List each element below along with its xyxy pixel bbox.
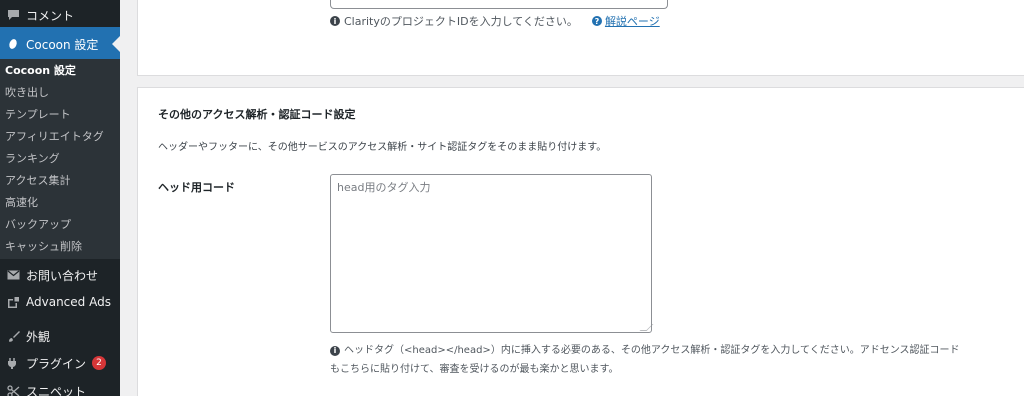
submenu-item-ranking[interactable]: ランキング xyxy=(5,149,60,169)
sidebar-item-label: 外観 xyxy=(26,329,51,344)
sidebar-item-advanced-ads[interactable]: Advanced Ads xyxy=(0,285,120,319)
submenu-item-affiliate-tag[interactable]: アフィリエイトタグ xyxy=(5,127,104,147)
cocoon-submenu: Cocoon 設定 吹き出し テンプレート アフィリエイトタグ ランキング アク… xyxy=(0,59,120,259)
sidebar-item-cocoon[interactable]: Cocoon 設定 xyxy=(0,27,120,61)
section-description: ヘッダーやフッターに、その他サービスのアクセス解析・サイト認証タグをそのまま貼り… xyxy=(158,142,607,153)
sidebar-item-label: スニペット xyxy=(26,384,87,396)
submenu-item-template[interactable]: テンプレート xyxy=(5,105,71,125)
head-code-hint-text-2: もこちらに貼り付けて、審査を受けるのが最も楽かと思います。 xyxy=(330,364,619,375)
section-title: その他のアクセス解析・認証コード設定 xyxy=(158,108,356,121)
head-code-hint-line: i ヘッドタグ（<head></head>）内に挿入する必要のある、その他アクセ… xyxy=(330,341,1020,360)
sidebar-item-snippets[interactable]: スニペット xyxy=(0,374,120,396)
submenu-item-cocoon-settings[interactable]: Cocoon 設定 xyxy=(5,61,76,81)
info-icon: i xyxy=(330,16,340,26)
submenu-item-access-stats[interactable]: アクセス集計 xyxy=(5,171,70,191)
sidebar-item-label: プラグイン xyxy=(26,356,87,371)
submenu-item-speed[interactable]: 高速化 xyxy=(5,193,38,213)
admin-screen: コメント Cocoon 設定 Cocoon 設定 吹き出し テンプレート アフィ… xyxy=(0,0,1024,396)
head-code-hint: i ヘッドタグ（<head></head>）内に挿入する必要のある、その他アクセ… xyxy=(330,341,1020,379)
info-icon: i xyxy=(330,345,340,356)
clarity-help-link[interactable]: 解説ページ xyxy=(605,13,660,29)
admin-sidebar: コメント Cocoon 設定 Cocoon 設定 吹き出し テンプレート アフィ… xyxy=(0,0,120,396)
clarity-hint: i ClarityのプロジェクトIDを入力してください。 ? 解説ページ xyxy=(330,13,660,29)
sidebar-item-label: Cocoon 設定 xyxy=(26,37,99,52)
submenu-item-balloon[interactable]: 吹き出し xyxy=(5,83,49,103)
cocoon-icon xyxy=(0,38,26,50)
mail-icon xyxy=(0,270,26,280)
comment-icon xyxy=(0,9,26,21)
clarity-project-id-input[interactable] xyxy=(330,0,668,9)
brush-icon xyxy=(0,330,26,343)
head-code-hint-text-1: ヘッドタグ（<head></head>）内に挿入する必要のある、その他アクセス解… xyxy=(344,345,960,356)
sidebar-item-label: コメント xyxy=(26,8,75,23)
head-code-label: ヘッド用コード xyxy=(158,181,235,194)
submenu-item-cache-clear[interactable]: キャッシュ削除 xyxy=(5,237,82,257)
scissors-icon xyxy=(0,384,26,396)
sidebar-item-label: Advanced Ads xyxy=(26,295,111,309)
clarity-hint-text: ClarityのプロジェクトIDを入力してください。 xyxy=(344,15,578,28)
clarity-settings-panel: i ClarityのプロジェクトIDを入力してください。 ? 解説ページ xyxy=(137,0,1024,76)
help-icon: ? xyxy=(591,16,602,26)
plugin-icon xyxy=(0,357,26,370)
head-code-textarea[interactable] xyxy=(330,174,652,333)
submenu-item-backup[interactable]: バックアップ xyxy=(5,215,71,235)
ads-icon xyxy=(0,296,26,309)
plugin-update-badge: 2 xyxy=(92,356,107,370)
other-analytics-panel: その他のアクセス解析・認証コード設定 ヘッダーやフッターに、その他サービスのアク… xyxy=(137,87,1024,396)
sidebar-item-label: お問い合わせ xyxy=(26,268,99,283)
head-code-hint-line: もこちらに貼り付けて、審査を受けるのが最も楽かと思います。 xyxy=(330,360,1020,379)
